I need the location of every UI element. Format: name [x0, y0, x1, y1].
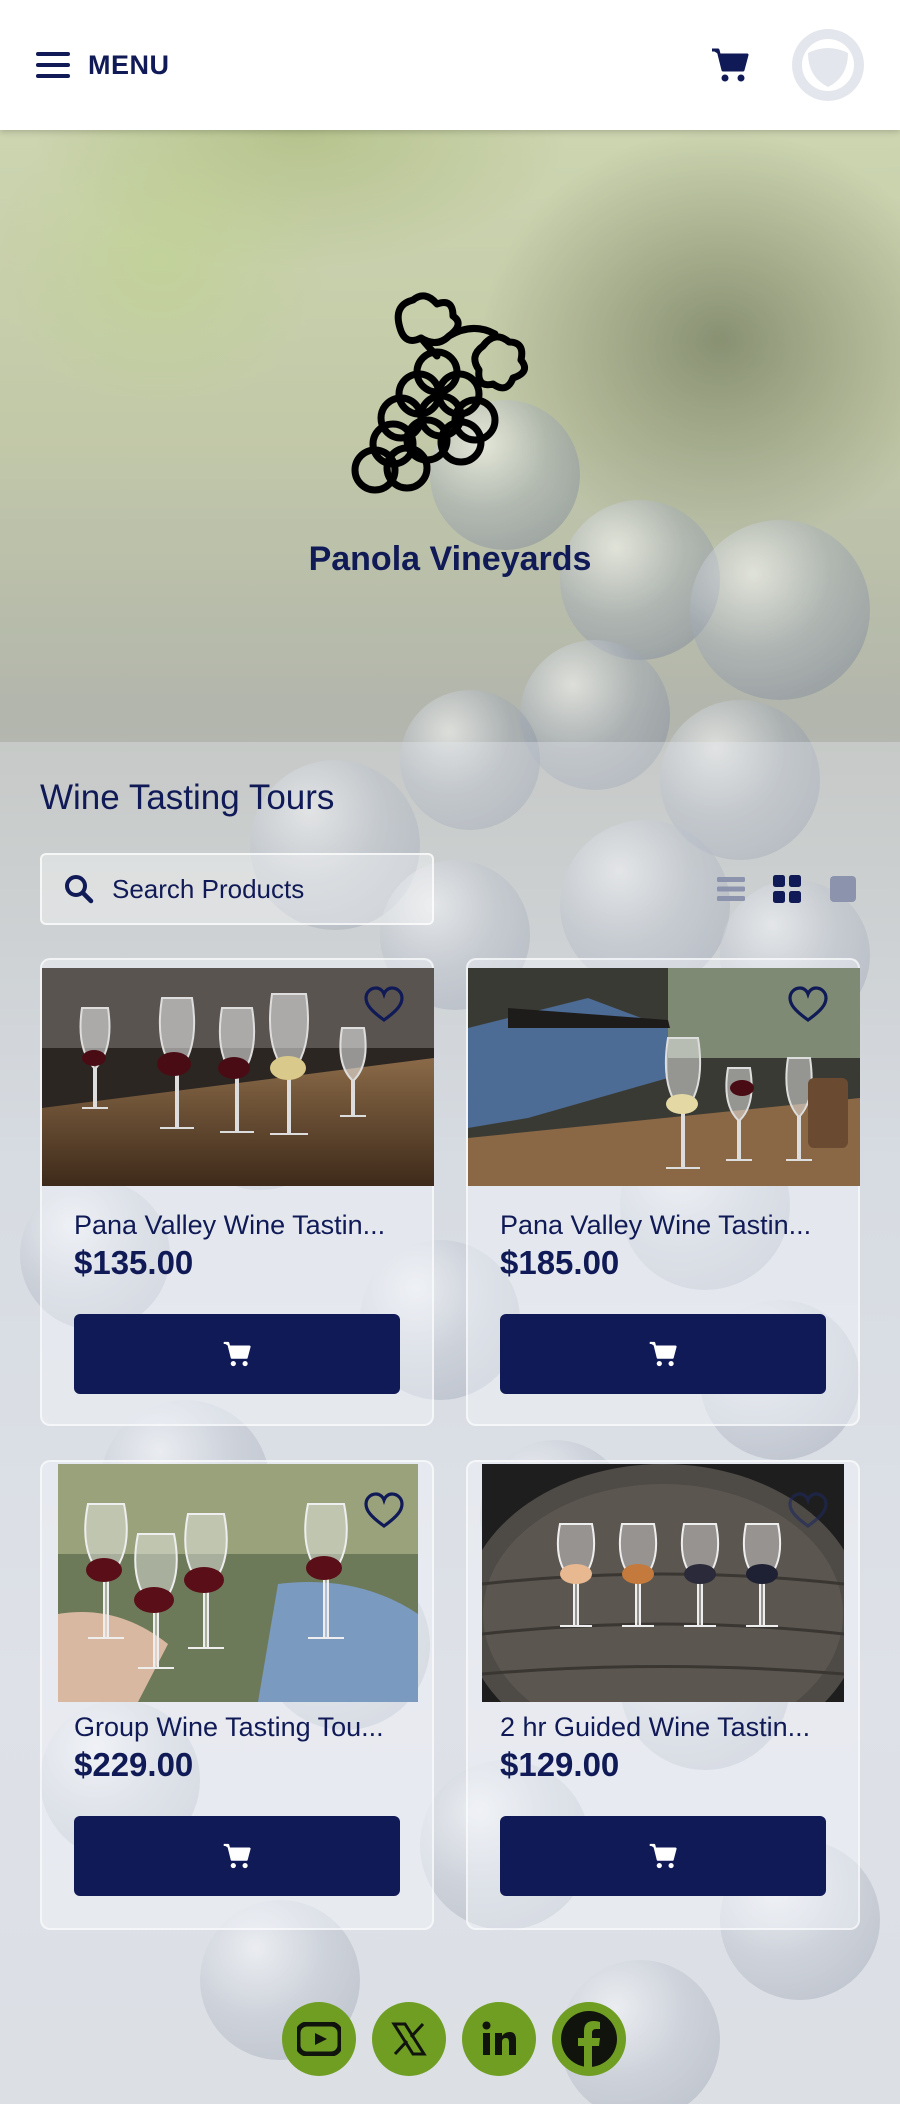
menu-button[interactable]: MENU	[36, 50, 170, 81]
cart-button[interactable]	[708, 43, 752, 87]
x-link[interactable]	[372, 2002, 446, 2076]
search-input[interactable]	[112, 873, 402, 905]
heart-icon[interactable]	[364, 1492, 404, 1530]
facebook-link[interactable]	[552, 2002, 626, 2076]
product-name[interactable]: Group Wine Tasting Tou...	[74, 1712, 384, 1743]
list-view-button[interactable]	[716, 874, 746, 904]
store-title: Panola Vineyards	[308, 540, 592, 578]
menu-label: MENU	[88, 49, 170, 80]
linkedin-icon	[482, 2021, 516, 2055]
search-icon	[65, 875, 94, 904]
grid-view-button[interactable]	[772, 874, 802, 904]
product-name[interactable]: 2 hr Guided Wine Tastin...	[500, 1712, 810, 1743]
product-price: $229.00	[74, 1746, 194, 1783]
add-to-cart-button[interactable]	[500, 1816, 826, 1896]
add-to-cart-button[interactable]	[74, 1816, 400, 1896]
view-toggle	[716, 874, 858, 904]
cart-icon	[223, 1843, 251, 1869]
linkedin-link[interactable]	[462, 2002, 536, 2076]
product-price: $185.00	[500, 1244, 620, 1281]
hero-banner: Panola Vineyards	[0, 130, 900, 742]
cart-icon	[223, 1341, 251, 1367]
heart-icon[interactable]	[788, 1492, 828, 1530]
hamburger-icon	[36, 52, 70, 78]
product-price: $129.00	[500, 1746, 620, 1783]
single-view-button[interactable]	[828, 874, 858, 904]
product-card[interactable]: Group Wine Tasting Tou... $229.00	[40, 1460, 434, 1930]
add-to-cart-button[interactable]	[500, 1314, 826, 1394]
x-icon	[391, 2022, 427, 2056]
user-avatar[interactable]	[792, 29, 864, 101]
social-links	[282, 2002, 626, 2076]
product-card[interactable]: Pana Valley Wine Tastin... $135.00	[40, 958, 434, 1426]
single-view-icon	[830, 876, 856, 902]
product-card[interactable]: 2 hr Guided Wine Tastin... $129.00	[466, 1460, 860, 1930]
product-name[interactable]: Pana Valley Wine Tastin...	[74, 1210, 385, 1241]
cart-icon	[712, 48, 749, 82]
grapes-icon	[351, 292, 529, 494]
product-card[interactable]: Pana Valley Wine Tastin... $185.00	[466, 958, 860, 1426]
youtube-link[interactable]	[282, 2002, 356, 2076]
header-actions	[708, 29, 864, 101]
add-to-cart-button[interactable]	[74, 1314, 400, 1394]
youtube-icon	[297, 2022, 341, 2056]
product-name[interactable]: Pana Valley Wine Tastin...	[500, 1210, 811, 1241]
section-title: Wine Tasting Tours	[40, 778, 335, 817]
heart-icon[interactable]	[364, 986, 404, 1024]
cart-icon	[649, 1843, 677, 1869]
avatar-icon	[802, 39, 854, 91]
facebook-icon	[561, 2011, 617, 2070]
product-price: $135.00	[74, 1244, 194, 1281]
heart-icon[interactable]	[788, 986, 828, 1024]
list-view-icon	[717, 877, 745, 901]
cart-icon	[649, 1341, 677, 1367]
grid-view-icon	[773, 875, 801, 903]
top-header: MENU	[0, 0, 900, 130]
search-box	[40, 853, 434, 925]
